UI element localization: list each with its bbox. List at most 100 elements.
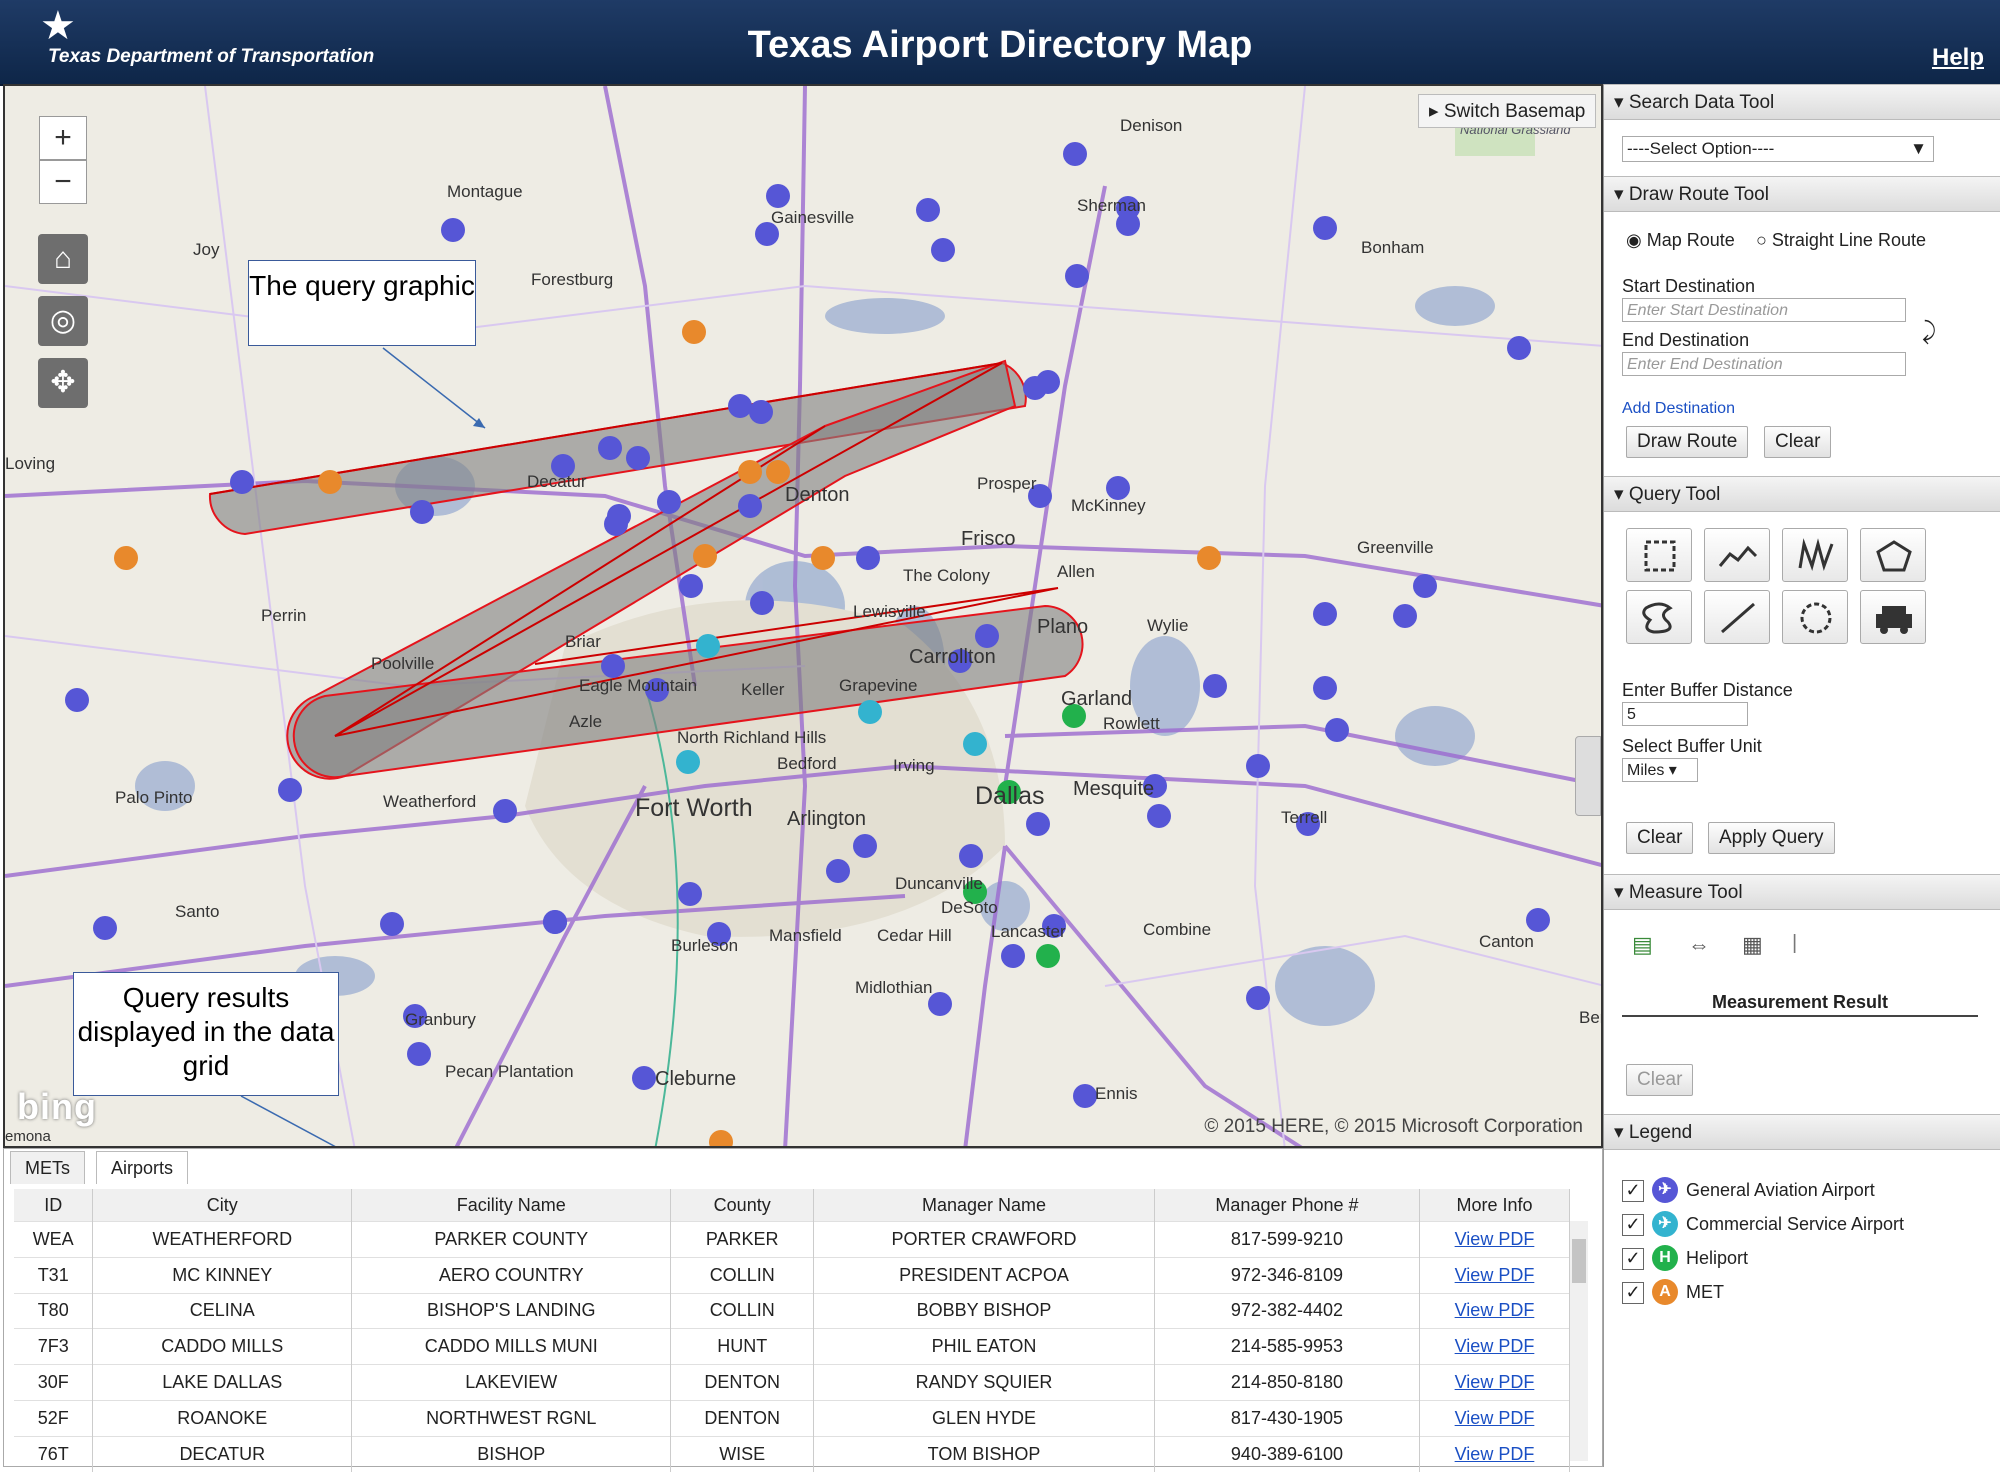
table-row[interactable]: 30F LAKE DALLAS LAKEVIEW DENTON RANDY SQUIER… (14, 1364, 1571, 1401)
table-row[interactable]: 76T DECATUR BISHOP WISE TOM BISHOP 940-389-61… (14, 1435, 1571, 1472)
circle-icon[interactable] (1782, 590, 1848, 644)
table-row[interactable]: 52F ROANOKE NORTHWEST RGNL DENTON GLEN HYDE 8… (14, 1399, 1571, 1437)
car-icon[interactable] (1860, 590, 1926, 644)
legend-checkbox[interactable]: ✓ (1622, 1282, 1644, 1304)
end-destination-input[interactable]: Enter End Destination (1622, 352, 1906, 376)
table-row[interactable]: T80 CELINA BISHOP'S LANDING COLLIN BOBBY BIS… (14, 1292, 1571, 1329)
table-cell: CADDO MILLS (92, 1328, 353, 1365)
table-cell: T31 (14, 1256, 94, 1294)
legend-checkbox[interactable]: ✓ (1622, 1180, 1644, 1202)
table-cell: CELINA (92, 1292, 353, 1329)
place-label: Weatherford (383, 792, 477, 811)
view-pdf-link[interactable]: View PDF (1455, 1265, 1535, 1285)
place-label: Garland (1061, 688, 1133, 710)
tab-airports[interactable]: Airports (96, 1151, 189, 1184)
measure-distance-icon[interactable]: ⇔ (1688, 932, 1710, 958)
search-select[interactable]: ----Select Option---- ▼ (1622, 136, 1934, 162)
legend-checkbox[interactable]: ✓ (1622, 1248, 1644, 1270)
measure-tool-header[interactable]: ▾ Measure Tool (1604, 874, 2000, 910)
column-header[interactable]: Manager Phone # (1154, 1189, 1420, 1222)
measure-location-icon[interactable]: ▦ (1742, 932, 1763, 958)
place-label: Allen (1057, 562, 1095, 581)
view-pdf-link[interactable]: View PDF (1455, 1372, 1535, 1392)
table-row[interactable]: WEA WEATHERFORD PARKER COUNTY PARKER PORTER … (14, 1221, 1571, 1258)
view-pdf-link[interactable]: View PDF (1455, 1408, 1535, 1428)
place-label: McKinney (1071, 496, 1146, 515)
column-header[interactable]: Facility Name (351, 1189, 672, 1222)
place-label: Cedar Hill (877, 926, 952, 945)
apply-query-button[interactable]: Apply Query (1708, 822, 1835, 854)
place-label: Burleson (671, 936, 739, 955)
locate-icon[interactable]: ◎ (38, 296, 88, 346)
column-header[interactable]: More Info (1419, 1189, 1571, 1222)
place-label: Combine (1143, 920, 1212, 939)
column-header[interactable]: City (92, 1189, 353, 1222)
section-title: Legend (1628, 1122, 1693, 1143)
place-label: North Richland Hills (677, 728, 827, 747)
help-link[interactable]: Help (1932, 44, 1984, 72)
section-title: Query Tool (1628, 484, 1721, 505)
measure-area-icon[interactable]: ▤ (1632, 932, 1653, 958)
measure-clear-button[interactable]: Clear (1626, 1064, 1694, 1096)
zoom-in-button[interactable]: + (39, 116, 87, 160)
query-clear-button[interactable]: Clear (1626, 822, 1694, 854)
table-cell: TOM BISHOP (813, 1435, 1155, 1472)
legend-symbol-icon: H (1652, 1245, 1678, 1271)
column-header[interactable]: ID (14, 1189, 94, 1222)
home-icon[interactable]: ⌂ (38, 234, 88, 284)
pan-icon[interactable]: ✥ (38, 358, 88, 408)
radio-map-route[interactable]: ◉ Map Route (1626, 230, 1735, 251)
freehand-line-icon[interactable] (1782, 528, 1848, 582)
query-tool-header[interactable]: ▾ Query Tool (1604, 476, 2000, 512)
table-row[interactable]: T31 MC KINNEY AERO COUNTRY COLLIN PRESIDENT … (14, 1256, 1571, 1294)
legend-label: MET (1686, 1282, 1724, 1302)
tab-mets[interactable]: METs (10, 1151, 85, 1184)
start-label: Start Destination (1622, 276, 1756, 296)
table-cell: PRESIDENT ACPOA (813, 1256, 1155, 1294)
start-destination-input[interactable]: Enter Start Destination (1622, 298, 1906, 322)
route-tool-header[interactable]: ▾ Draw Route Tool (1604, 176, 2000, 212)
draw-route-button[interactable]: Draw Route (1626, 426, 1749, 458)
zoom-out-button[interactable]: − (39, 160, 87, 204)
scrollbar-thumb[interactable] (1572, 1239, 1586, 1283)
add-destination-link[interactable]: Add Destination (1622, 400, 1735, 418)
column-header[interactable]: County (670, 1189, 815, 1222)
polygon-icon[interactable] (1860, 528, 1926, 582)
view-pdf-link[interactable]: View PDF (1455, 1300, 1535, 1320)
buffer-unit-select[interactable]: Miles ▾ (1622, 758, 1698, 782)
grid-scrollbar[interactable] (1570, 1221, 1588, 1461)
collapse-panel-handle[interactable] (1575, 736, 1601, 816)
route-clear-button[interactable]: Clear (1764, 426, 1832, 458)
table-row[interactable]: 7F3 CADDO MILLS CADDO MILLS MUNI HUNT PHIL E… (14, 1328, 1571, 1365)
legend-checkbox[interactable]: ✓ (1622, 1214, 1644, 1236)
buffer-distance-input[interactable]: 5 (1622, 702, 1748, 726)
table-cell: COLLIN (670, 1256, 815, 1294)
freehand-polygon-icon[interactable] (1626, 590, 1692, 644)
column-header[interactable]: Manager Name (813, 1189, 1155, 1222)
legend-header[interactable]: ▾ Legend (1604, 1114, 2000, 1150)
place-label: Perrin (261, 606, 307, 625)
place-label: Dallas (975, 782, 1045, 810)
table-cell: HUNT (670, 1328, 815, 1365)
switch-basemap-button[interactable]: ▸ Switch Basemap (1418, 94, 1596, 128)
search-tool-header[interactable]: ▾ Search Data Tool (1604, 84, 2000, 120)
line-icon[interactable] (1704, 590, 1770, 644)
place-label: Joy (193, 240, 220, 259)
legend-label: Heliport (1686, 1248, 1749, 1268)
rectangle-select-icon[interactable] (1626, 528, 1692, 582)
view-pdf-link[interactable]: View PDF (1455, 1229, 1535, 1249)
table-cell: View PDF (1419, 1292, 1571, 1329)
table-cell: DENTON (670, 1364, 815, 1401)
view-pdf-link[interactable]: View PDF (1455, 1336, 1535, 1356)
swap-icon[interactable]: ⤸ (1922, 318, 1936, 346)
radio-straight-route[interactable]: ○ Straight Line Route (1756, 230, 1926, 251)
polyline-icon[interactable] (1704, 528, 1770, 582)
table-cell: 817-430-1905 (1154, 1399, 1420, 1437)
table-cell: 30F (14, 1364, 94, 1401)
buffer-label: Enter Buffer Distance (1622, 680, 1793, 700)
view-pdf-link[interactable]: View PDF (1455, 1444, 1535, 1464)
table-cell: View PDF (1419, 1328, 1571, 1365)
map-view[interactable]: Denison National Grassland Montague Gain… (3, 84, 1603, 1148)
chevron-down-icon: ▼ (1910, 139, 1927, 158)
app-header: ★ Texas Department of Transportation Tex… (0, 0, 2000, 86)
